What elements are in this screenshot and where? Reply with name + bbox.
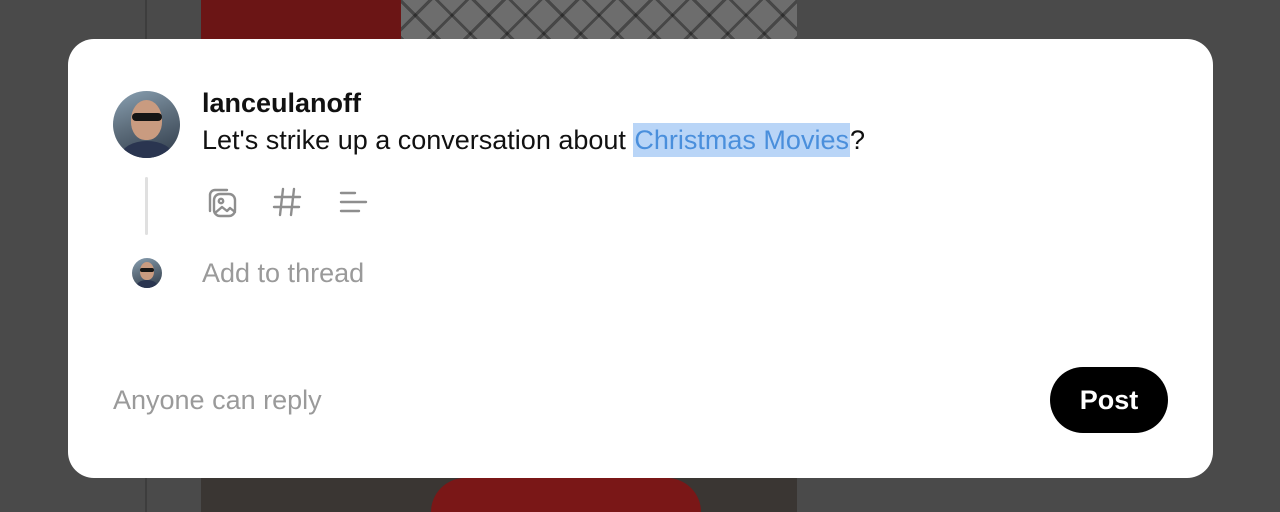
reply-permission-selector[interactable]: Anyone can reply	[113, 385, 322, 416]
post-text-start: Let's strike up a conversation about	[202, 125, 634, 155]
avatar	[113, 91, 180, 158]
username: lanceulanoff	[202, 88, 362, 118]
image-gallery-icon[interactable]	[202, 183, 240, 221]
post-button[interactable]: Post	[1050, 367, 1168, 433]
avatar-small	[132, 258, 162, 288]
add-to-thread-input[interactable]: Add to thread	[202, 258, 364, 289]
thread-line	[145, 177, 148, 235]
post-text-input[interactable]: Let's strike up a conversation about Chr…	[202, 123, 865, 157]
post-text-end: ?	[849, 125, 865, 155]
poll-lines-icon[interactable]	[334, 183, 372, 221]
hashtag-topic[interactable]: Christmas Movies	[633, 123, 850, 157]
hashtag-icon[interactable]	[268, 183, 306, 221]
attachment-toolbar	[202, 182, 372, 222]
compose-dialog: lanceulanoff Let's strike up a conversat…	[68, 39, 1213, 478]
